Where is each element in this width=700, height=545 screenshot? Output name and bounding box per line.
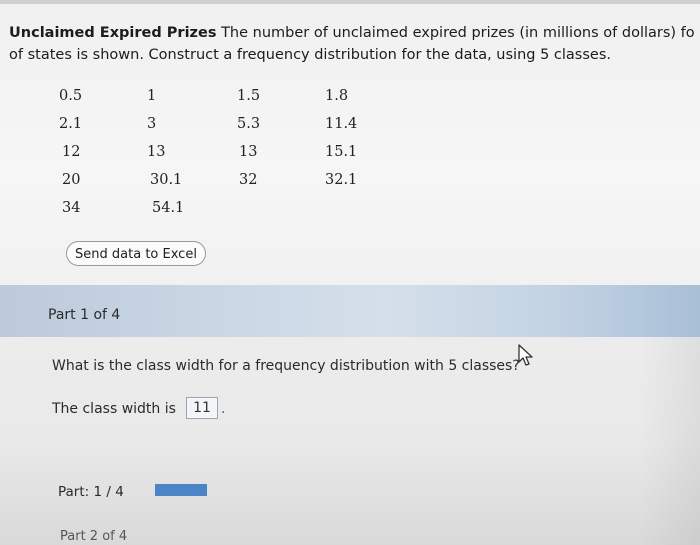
- question-text: What is the class width for a frequency …: [52, 358, 520, 374]
- data-cell: 13: [239, 144, 258, 160]
- data-cell: 54.1: [152, 200, 185, 216]
- problem-line-2: of states is shown. Construct a frequenc…: [9, 47, 611, 63]
- data-cell: 1.8: [325, 88, 349, 104]
- data-cell: 1: [147, 88, 157, 104]
- data-cell: 3: [147, 116, 157, 132]
- class-width-input[interactable]: 11: [186, 397, 218, 419]
- data-cell: 15.1: [325, 144, 358, 160]
- answer-suffix: .: [221, 401, 226, 417]
- data-cell: 34: [62, 200, 81, 216]
- data-cell: 5.3: [237, 116, 261, 132]
- top-divider: [0, 0, 700, 4]
- part-label: Part 1 of 4: [48, 307, 121, 323]
- next-part-label: Part 2 of 4: [60, 529, 128, 544]
- data-cell: 11.4: [325, 116, 358, 132]
- data-cell: 20: [62, 172, 81, 188]
- problem-line-1: The number of unclaimed expired prizes (…: [221, 25, 695, 41]
- progress-fill: [155, 484, 207, 496]
- progress-label: Part: 1 / 4: [58, 484, 124, 500]
- data-cell: 32: [239, 172, 258, 188]
- problem-statement: Unclaimed Expired Prizes The number of u…: [9, 22, 700, 66]
- send-to-excel-button[interactable]: Send data to Excel: [66, 241, 206, 266]
- data-cell: 0.5: [59, 88, 83, 104]
- edge-shadow: [640, 337, 700, 545]
- mouse-pointer-icon: [517, 343, 537, 371]
- data-cell: 2.1: [59, 116, 83, 132]
- problem-title: Unclaimed Expired Prizes: [9, 25, 217, 41]
- data-cell: 30.1: [150, 172, 183, 188]
- data-cell: 32.1: [325, 172, 358, 188]
- answer-prefix: The class width is: [52, 401, 176, 417]
- progress-bar: [155, 484, 207, 496]
- data-cell: 12: [62, 144, 81, 160]
- data-cell: 1.5: [237, 88, 261, 104]
- data-cell: 13: [147, 144, 166, 160]
